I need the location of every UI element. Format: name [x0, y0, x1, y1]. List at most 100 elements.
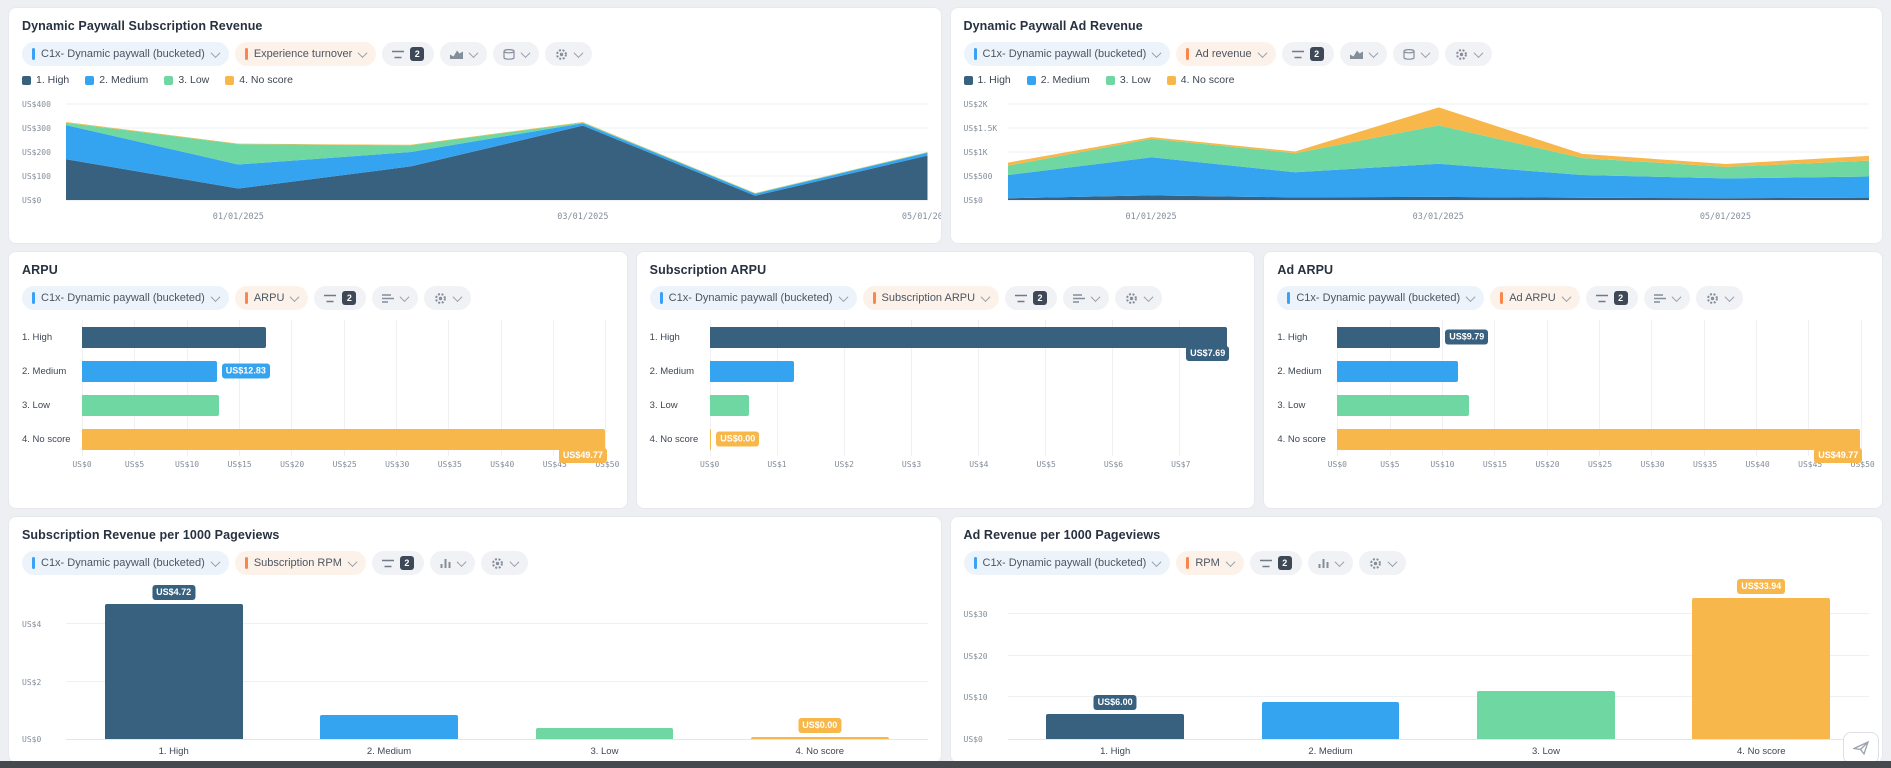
- legend-item-no_score[interactable]: 4. No score: [225, 74, 293, 86]
- legend-item-low[interactable]: 3. Low: [164, 74, 209, 86]
- legend-item-low[interactable]: 3. Low: [1106, 74, 1151, 86]
- bar-low[interactable]: [1477, 691, 1615, 739]
- chart-type-pill[interactable]: [1340, 42, 1387, 66]
- hbar-chart-ad-arpu: 1. HighUS$9.792. Medium3. Low4. No score…: [1277, 320, 1869, 476]
- bar-low[interactable]: [710, 395, 749, 416]
- card-ad-revenue: Dynamic Paywall Ad Revenue C1x- Dynamic …: [950, 7, 1884, 244]
- x-axis-label: US$40: [490, 460, 514, 469]
- data-settings-pill[interactable]: [1393, 42, 1439, 66]
- chart-type-pill[interactable]: [1644, 286, 1690, 310]
- x-axis-label: 01/01/2025: [1125, 212, 1176, 222]
- settings-pill[interactable]: [545, 42, 592, 66]
- x-axis: 01/01/202503/01/202505/01/2025: [1008, 212, 1870, 226]
- legend-item-medium[interactable]: 2. Medium: [1027, 74, 1090, 86]
- chart-type-pill[interactable]: [1063, 286, 1109, 310]
- chart-type-pill[interactable]: [372, 286, 418, 310]
- bar-medium[interactable]: [1262, 702, 1400, 739]
- chevron-down-icon: [1257, 48, 1267, 58]
- bar-low[interactable]: [536, 728, 674, 739]
- bar-no_score[interactable]: US$33.94: [1692, 598, 1830, 739]
- filter-pill[interactable]: 2: [1586, 286, 1638, 310]
- breakdown-label: C1x- Dynamic paywall (bucketed): [983, 557, 1147, 569]
- chart-toolbar: C1x- Dynamic paywall (bucketed) ARPU 2: [22, 286, 614, 310]
- bar-track: [1337, 361, 1869, 382]
- metric-pill[interactable]: Ad revenue: [1176, 42, 1275, 66]
- chart-type-pill[interactable]: [440, 42, 487, 66]
- bar-value-badge: US$12.83: [222, 364, 270, 379]
- x-axis-label: US$30: [385, 460, 409, 469]
- bar-row: 2. Medium: [1277, 354, 1869, 388]
- chart-type-pill[interactable]: [430, 551, 475, 575]
- bar-medium[interactable]: [710, 361, 795, 382]
- settings-pill[interactable]: [1359, 551, 1406, 575]
- settings-pill[interactable]: [1445, 42, 1492, 66]
- metric-accent: [1186, 48, 1189, 60]
- chart-toolbar: C1x- Dynamic paywall (bucketed) RPM 2: [964, 551, 1870, 575]
- bar-no_score[interactable]: US$0.00: [751, 737, 889, 739]
- category-label: 4. No score: [650, 434, 710, 445]
- y-axis: US$0US$10US$20US$30: [964, 587, 1008, 740]
- bar-low[interactable]: [82, 395, 219, 416]
- bar-slot: [281, 587, 496, 739]
- metric-pill[interactable]: Experience turnover: [235, 42, 376, 66]
- chart-type-pill[interactable]: [1308, 551, 1353, 575]
- filter-pill[interactable]: 2: [1250, 551, 1302, 575]
- breakdown-accent: [660, 292, 663, 304]
- breakdown-pill[interactable]: C1x- Dynamic paywall (bucketed): [22, 42, 229, 66]
- legend-item-high[interactable]: 1. High: [22, 74, 69, 86]
- metric-pill[interactable]: RPM: [1176, 551, 1243, 575]
- bar-high[interactable]: US$4.72: [105, 604, 243, 739]
- filter-pill[interactable]: 2: [382, 42, 434, 66]
- bar-high[interactable]: US$9.79: [1337, 327, 1440, 348]
- breakdown-pill[interactable]: C1x- Dynamic paywall (bucketed): [964, 551, 1171, 575]
- bar-low[interactable]: [1337, 395, 1468, 416]
- settings-pill[interactable]: [481, 551, 528, 575]
- share-feedback-button[interactable]: [1843, 732, 1879, 764]
- filter-pill[interactable]: 2: [1005, 286, 1057, 310]
- bar-value-badge: US$4.72: [152, 585, 195, 600]
- filter-pill[interactable]: 2: [1282, 42, 1334, 66]
- bar-medium[interactable]: [1337, 361, 1458, 382]
- chevron-down-icon: [290, 292, 300, 302]
- bar-high[interactable]: US$6.00: [1046, 714, 1184, 739]
- breakdown-label: C1x- Dynamic paywall (bucketed): [41, 48, 205, 60]
- filter-pill[interactable]: 2: [314, 286, 366, 310]
- filter-pill[interactable]: 2: [372, 551, 424, 575]
- bar-medium[interactable]: US$12.83: [82, 361, 217, 382]
- bar-high[interactable]: [82, 327, 266, 348]
- breakdown-pill[interactable]: C1x- Dynamic paywall (bucketed): [650, 286, 857, 310]
- metric-label: ARPU: [254, 292, 285, 304]
- chart-title: Subscription Revenue per 1000 Pageviews: [22, 528, 928, 542]
- legend-item-high[interactable]: 1. High: [964, 74, 1011, 86]
- settings-pill[interactable]: [1115, 286, 1162, 310]
- metric-pill[interactable]: Subscription ARPU: [863, 286, 1000, 310]
- breakdown-accent: [32, 557, 35, 569]
- data-settings-pill[interactable]: [493, 42, 539, 66]
- category-label: 1. High: [650, 332, 710, 343]
- metric-pill[interactable]: Ad ARPU: [1490, 286, 1579, 310]
- bar-no_score[interactable]: US$0.00: [710, 429, 712, 450]
- legend-label: 1. High: [978, 74, 1011, 86]
- x-axis-label: 03/01/2025: [1413, 212, 1464, 222]
- bar-no_score[interactable]: US$49.77: [1337, 429, 1860, 450]
- legend-item-medium[interactable]: 2. Medium: [85, 74, 148, 86]
- y-axis-label: US$500: [964, 172, 993, 181]
- x-axis-label: US$35: [438, 460, 462, 469]
- breakdown-pill[interactable]: C1x- Dynamic paywall (bucketed): [1277, 286, 1484, 310]
- breakdown-pill[interactable]: C1x- Dynamic paywall (bucketed): [22, 286, 229, 310]
- bar-slots: US$6.00 US$33.94: [1008, 587, 1870, 739]
- bar-high[interactable]: US$7.69: [710, 327, 1228, 348]
- legend-item-no_score[interactable]: 4. No score: [1167, 74, 1235, 86]
- category-label: 1. High: [66, 746, 281, 757]
- breakdown-pill[interactable]: C1x- Dynamic paywall (bucketed): [964, 42, 1171, 66]
- metric-pill[interactable]: ARPU: [235, 286, 309, 310]
- y-axis-label: US$30: [964, 610, 988, 619]
- breakdown-pill[interactable]: C1x- Dynamic paywall (bucketed): [22, 551, 229, 575]
- settings-pill[interactable]: [424, 286, 471, 310]
- bar-no_score[interactable]: US$49.77: [82, 429, 605, 450]
- metric-pill[interactable]: Subscription RPM: [235, 551, 366, 575]
- bar-medium[interactable]: [320, 715, 458, 739]
- settings-pill[interactable]: [1696, 286, 1743, 310]
- x-axis-label: 03/01/2025: [557, 212, 608, 222]
- legend-label: 3. Low: [178, 74, 209, 86]
